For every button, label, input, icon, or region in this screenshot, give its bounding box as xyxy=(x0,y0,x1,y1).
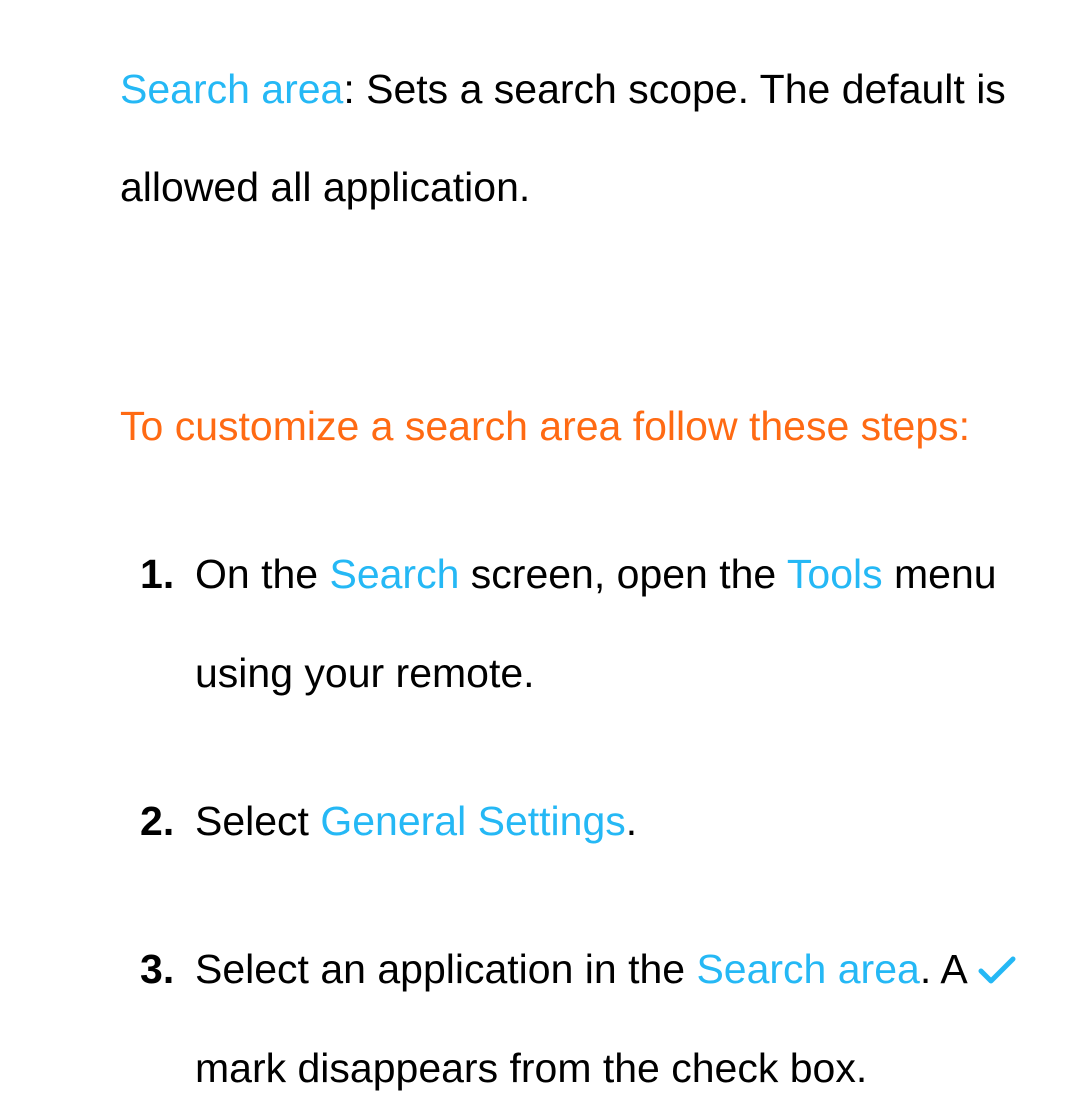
check-icon xyxy=(977,924,1017,958)
term-general-settings: General Settings xyxy=(320,798,625,844)
steps-heading: To customize a search area follow these … xyxy=(120,377,1030,475)
step2-part-a: Select xyxy=(195,798,320,844)
term-search: Search xyxy=(329,551,459,597)
step-3: Select an application in the Search area… xyxy=(140,920,1030,1117)
term-tools: Tools xyxy=(787,551,883,597)
step-1: On the Search screen, open the Tools men… xyxy=(140,525,1030,722)
step3-part-d: mark disappears from the check box. xyxy=(195,1045,867,1091)
steps-list: On the Search screen, open the Tools men… xyxy=(120,525,1030,1117)
step3-part-c: . A xyxy=(920,946,977,992)
step-2: Select General Settings. xyxy=(140,772,1030,870)
step2-part-c: . xyxy=(626,798,637,844)
term-search-area-2: Search area xyxy=(696,946,919,992)
intro-paragraph: Search area: Sets a search scope. The de… xyxy=(120,40,1030,237)
step1-part-c: screen, open the xyxy=(459,551,786,597)
step3-part-a: Select an application in the xyxy=(195,946,696,992)
step1-part-a: On the xyxy=(195,551,329,597)
term-search-area: Search area xyxy=(120,66,343,112)
